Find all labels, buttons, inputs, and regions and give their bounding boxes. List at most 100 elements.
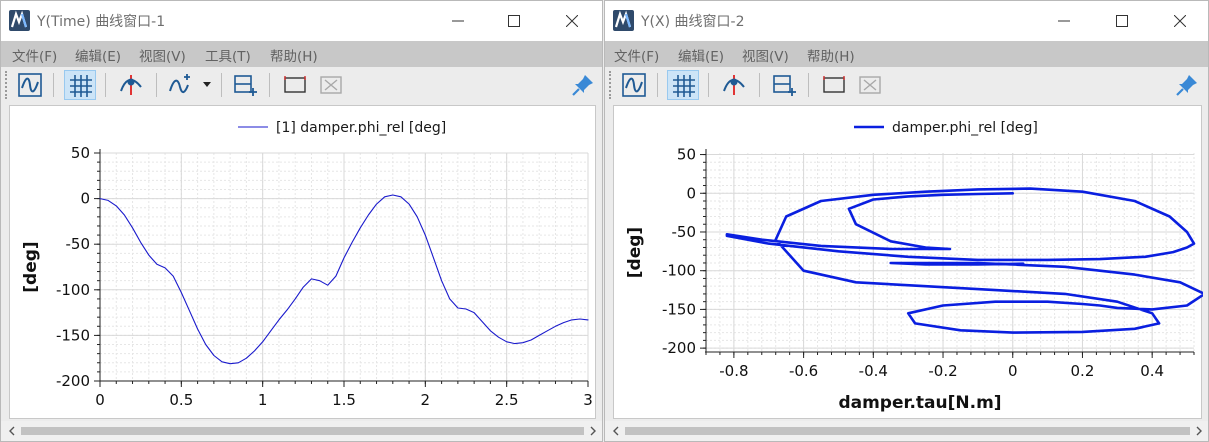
y-tick-label: 0 — [80, 190, 90, 208]
x-tick-label: 0.4 — [1140, 362, 1164, 380]
plot-window-1: Y(Time) 曲线窗口-1 文件(F) 编辑(E) 视图(V) 工具(T) 帮… — [0, 0, 603, 442]
y-tick-label: 50 — [71, 144, 90, 162]
grid-button[interactable] — [667, 70, 699, 100]
toolbar-grip[interactable] — [5, 71, 9, 99]
delete-box-button[interactable] — [854, 70, 886, 100]
x-tick-label: -0.2 — [928, 362, 957, 380]
maximize-icon — [508, 15, 520, 27]
horizontal-scrollbar[interactable] — [1, 421, 602, 441]
close-button[interactable] — [1157, 1, 1203, 41]
maximize-button[interactable] — [491, 1, 537, 41]
add-subplot-button[interactable] — [768, 70, 800, 100]
x-tick-label: 0.2 — [1071, 362, 1095, 380]
maximize-icon — [1116, 15, 1128, 27]
y-tick-label: -100 — [662, 262, 696, 280]
add-subplot-icon — [773, 75, 796, 96]
scrollbar-thumb[interactable] — [625, 427, 1190, 435]
minimize-icon — [452, 20, 464, 22]
app-logo-icon — [613, 10, 634, 31]
x-axis-title: damper.tau[N.m] — [838, 393, 1001, 413]
maximize-button[interactable] — [1099, 1, 1145, 41]
pin-icon — [572, 75, 593, 96]
grid-button[interactable] — [64, 70, 96, 100]
minimize-button[interactable] — [435, 1, 481, 41]
y-axis-title: [deg] — [21, 241, 41, 292]
marker-icon — [120, 75, 142, 95]
marker-button[interactable] — [115, 70, 147, 100]
toolbar-grip[interactable] — [609, 71, 613, 99]
rectangle-button[interactable] — [818, 70, 850, 100]
toolbar-separator — [657, 73, 658, 97]
menu-bar: 文件(F) 编辑(E) 视图(V) 工具(T) 帮助(H) — [1, 41, 602, 67]
toolbar-separator — [156, 73, 157, 97]
toolbar-separator — [105, 73, 106, 97]
x-tick-label: 2 — [421, 391, 431, 409]
rectangle-button[interactable] — [279, 70, 311, 100]
close-icon — [1174, 15, 1186, 27]
minimize-button[interactable] — [1041, 1, 1087, 41]
scrollbar-thumb[interactable] — [21, 427, 584, 435]
toolbar — [605, 67, 1208, 103]
menu-view[interactable]: 视图(V) — [139, 45, 186, 65]
x-tick-label: -0.4 — [859, 362, 888, 380]
add-subplot-button[interactable] — [229, 70, 261, 100]
rectangle-icon — [284, 76, 306, 93]
x-tick-label: -0.6 — [789, 362, 818, 380]
menu-bar: 文件(F) 编辑(E) 视图(V) 帮助(H) — [605, 41, 1208, 67]
marker-button[interactable] — [718, 70, 750, 100]
toolbar-separator — [808, 73, 809, 97]
y-tick-label: -150 — [56, 326, 90, 344]
scroll-left-icon[interactable] — [7, 426, 17, 436]
pin-button[interactable] — [1171, 70, 1203, 100]
horizontal-scrollbar[interactable] — [605, 421, 1208, 441]
x-tick-label: 0 — [95, 391, 105, 409]
x-tick-label: 3 — [583, 391, 593, 409]
toolbar — [1, 67, 602, 103]
rectangle-icon — [823, 76, 845, 93]
curve-button[interactable] — [14, 70, 46, 100]
dropdown-arrow-icon[interactable] — [202, 81, 212, 89]
toolbar-separator — [221, 73, 222, 97]
plot-area[interactable]: 0 0.5 1 1.5 2 2.5 3 50 0 -50 -100 -150 -200 [deg] [1] … — [9, 105, 596, 419]
xy-plot-chart[interactable]: -0.8 -0.6 -0.4 -0.2 0 0.2 0.4 50 0 -50 -100 -150 -20… — [614, 106, 1203, 420]
menu-help[interactable]: 帮助(H) — [807, 45, 855, 65]
y-tick-label: 50 — [677, 146, 696, 164]
scroll-right-icon[interactable] — [1194, 426, 1204, 436]
grid-icon — [673, 75, 695, 97]
minimize-icon — [1058, 20, 1070, 22]
menu-help[interactable]: 帮助(H) — [270, 45, 318, 65]
toolbar-separator — [269, 73, 270, 97]
marker-icon — [723, 75, 745, 95]
menu-view[interactable]: 视图(V) — [742, 45, 789, 65]
toolbar-separator — [53, 73, 54, 97]
delete-box-icon — [320, 76, 342, 94]
y-tick-label: -200 — [56, 372, 90, 390]
y-tick-label: -150 — [662, 300, 696, 318]
grid-icon — [70, 75, 92, 97]
plot-window-2: Y(X) 曲线窗口-2 文件(F) 编辑(E) 视图(V) 帮助(H) -0.8… — [604, 0, 1209, 442]
y-tick-label: -50 — [672, 223, 697, 241]
menu-edit[interactable]: 编辑(E) — [678, 45, 724, 65]
menu-tools[interactable]: 工具(T) — [205, 45, 251, 65]
delete-box-button[interactable] — [315, 70, 347, 100]
curve-button[interactable] — [618, 70, 650, 100]
x-tick-label: 1 — [258, 391, 268, 409]
add-curve-button[interactable] — [164, 70, 196, 100]
close-button[interactable] — [549, 1, 595, 41]
window-title: Y(Time) 曲线窗口-1 — [37, 14, 166, 30]
scroll-left-icon[interactable] — [611, 426, 621, 436]
scroll-right-icon[interactable] — [588, 426, 598, 436]
menu-edit[interactable]: 编辑(E) — [75, 45, 121, 65]
title-bar[interactable]: Y(Time) 曲线窗口-1 — [1, 1, 602, 41]
menu-file[interactable]: 文件(F) — [12, 45, 57, 65]
pin-button[interactable] — [567, 70, 599, 100]
time-plot-chart[interactable]: 0 0.5 1 1.5 2 2.5 3 50 0 -50 -100 -150 -200 [deg] [1] … — [10, 106, 597, 420]
curve-icon — [18, 73, 42, 97]
app-logo-icon — [9, 10, 30, 31]
title-bar[interactable]: Y(X) 曲线窗口-2 — [605, 1, 1208, 41]
y-tick-label: -100 — [56, 281, 90, 299]
window-title: Y(X) 曲线窗口-2 — [641, 14, 745, 30]
menu-file[interactable]: 文件(F) — [614, 45, 659, 65]
plot-area[interactable]: -0.8 -0.6 -0.4 -0.2 0 0.2 0.4 50 0 -50 -100 -150 -20… — [613, 105, 1203, 420]
x-tick-label: 0 — [1008, 362, 1018, 380]
